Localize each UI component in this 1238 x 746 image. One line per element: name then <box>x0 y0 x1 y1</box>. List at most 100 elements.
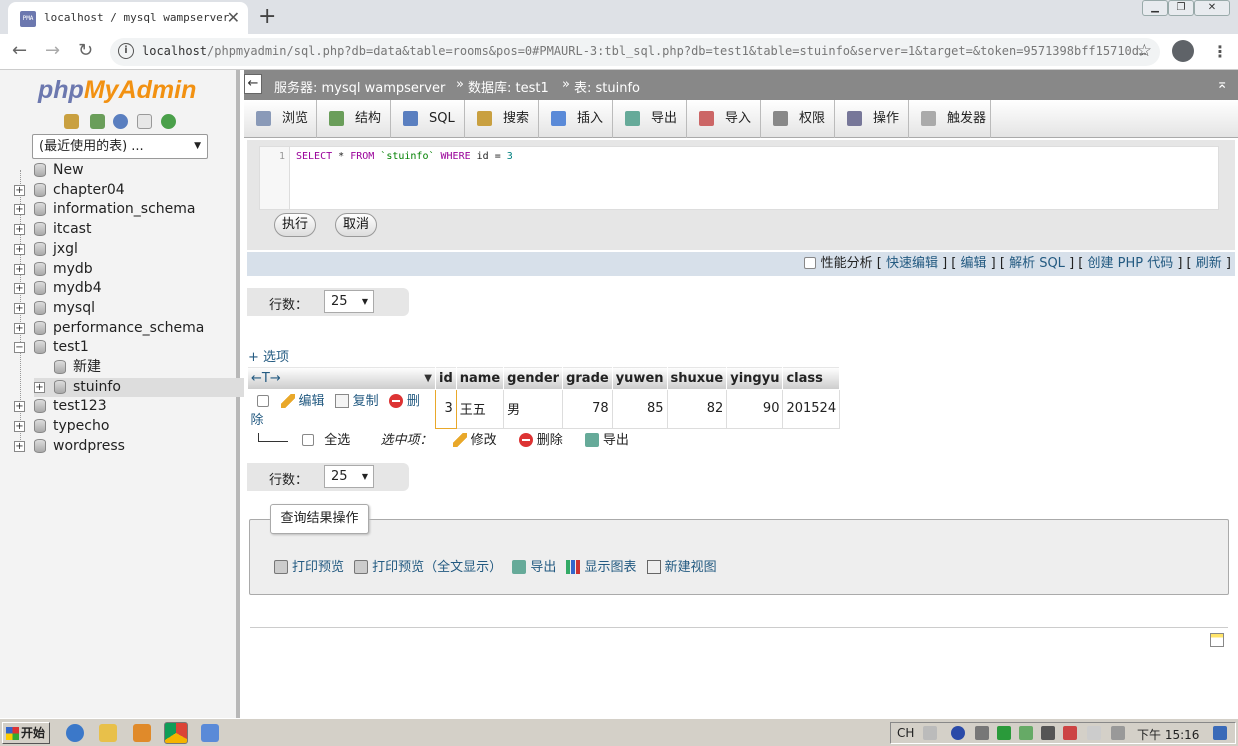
expand-icon[interactable]: + <box>14 302 25 314</box>
tree-item[interactable]: + chapter04 <box>14 181 238 200</box>
check-all-label[interactable]: 全选 <box>324 433 350 448</box>
expand-icon[interactable]: + <box>14 322 25 334</box>
sort-dropdown-icon[interactable]: ▼ <box>424 371 432 384</box>
tab-3[interactable]: 搜索 <box>465 100 539 138</box>
logout-icon[interactable] <box>90 114 105 129</box>
modify-selected-button[interactable]: 修改 <box>452 433 497 448</box>
tab-1[interactable]: 结构 <box>317 100 391 138</box>
chrome-icon[interactable] <box>164 722 188 744</box>
delete-selected-button[interactable]: 删除 <box>518 433 563 448</box>
console-icon[interactable] <box>1210 633 1224 647</box>
export-selected-button[interactable]: 导出 <box>584 433 629 448</box>
column-nav-arrows[interactable]: ←T→ ▼ <box>247 366 436 390</box>
cell-class[interactable]: 201524 <box>782 389 841 429</box>
print-view-full-link[interactable]: 打印预览（全文显示） <box>354 560 502 575</box>
expand-icon[interactable]: + <box>14 263 25 275</box>
tray-app-icon[interactable] <box>1019 726 1033 740</box>
explorer-icon[interactable] <box>99 724 117 742</box>
tree-item[interactable]: + mydb4 <box>14 279 238 298</box>
home-icon[interactable] <box>64 114 79 129</box>
cell-gender[interactable]: 男 <box>503 389 564 429</box>
tree-item[interactable]: + performance_schema <box>14 319 238 338</box>
tab-2[interactable]: SQL <box>391 100 465 138</box>
collapse-icon[interactable]: − <box>14 342 25 354</box>
options-link[interactable]: + 选项 <box>248 346 289 365</box>
media-player-icon[interactable] <box>133 724 151 742</box>
tab-5[interactable]: 导出 <box>613 100 687 138</box>
url-input[interactable]: i localhost/phpmyadmin/sql.php?db=data&t… <box>110 38 1160 66</box>
tree-item[interactable]: + information_schema <box>14 200 238 219</box>
collapse-nav-icon[interactable]: ← <box>244 74 262 94</box>
tree-item[interactable]: − test1 <box>14 338 238 357</box>
tree-item[interactable]: + typecho <box>14 417 238 436</box>
tray-status-icon[interactable] <box>1063 726 1077 740</box>
cell-name[interactable]: 王五 <box>455 389 505 429</box>
expand-icon[interactable]: + <box>14 401 25 413</box>
window-close-icon[interactable]: ✕ <box>1194 0 1230 16</box>
ie-icon[interactable] <box>66 724 84 742</box>
minimize-icon[interactable]: ▁ <box>1142 0 1168 16</box>
check-all-checkbox[interactable] <box>302 434 315 446</box>
tab-4[interactable]: 插入 <box>539 100 613 138</box>
column-header-yuwen[interactable]: yuwen <box>611 366 668 390</box>
breadcrumb-table[interactable]: 表: stuinfo <box>574 77 640 96</box>
cancel-button[interactable]: 取消 <box>335 213 377 237</box>
tree-item[interactable]: New <box>14 161 238 180</box>
tree-item[interactable]: + itcast <box>14 220 238 239</box>
inline-edit-link[interactable]: 快速编辑 <box>886 256 938 271</box>
expand-icon[interactable]: + <box>14 184 25 196</box>
pma-logo[interactable]: phpMyAdmin <box>38 76 196 105</box>
print-view-link[interactable]: 打印预览 <box>274 560 344 575</box>
create-view-link[interactable]: 新建视图 <box>646 560 717 575</box>
restore-icon[interactable]: ❐ <box>1168 0 1194 16</box>
row-edit-link[interactable]: 编辑 <box>280 394 325 409</box>
browser-tab[interactable]: PMA localhost / mysql wampserver ✕ <box>8 2 248 34</box>
site-info-icon[interactable]: i <box>118 43 134 59</box>
tray-tools-icon[interactable] <box>1087 726 1101 740</box>
cell-grade[interactable]: 78 <box>562 389 613 429</box>
column-header-name[interactable]: name <box>455 366 505 390</box>
docs-icon[interactable] <box>137 114 152 129</box>
network-icon[interactable] <box>975 726 989 740</box>
expand-icon[interactable]: + <box>14 440 25 452</box>
tab-9[interactable]: 触发器 <box>909 100 991 138</box>
row-checkbox[interactable] <box>256 395 269 407</box>
expand-icon[interactable]: + <box>14 283 25 295</box>
rows-select[interactable]: 25 ▼ <box>324 290 374 313</box>
column-header-grade[interactable]: grade <box>562 366 613 390</box>
tree-item[interactable]: + wordpress <box>14 437 238 456</box>
collapse-header-icon[interactable]: ⌅ <box>1216 76 1228 92</box>
reload-icon[interactable]: ↻ <box>78 40 93 61</box>
show-desktop-icon[interactable] <box>1213 726 1227 740</box>
bookmark-star-icon[interactable]: ☆ <box>1137 41 1152 61</box>
recent-tables-select[interactable]: (最近使用的表) ... ▼ <box>32 134 208 159</box>
help-icon[interactable] <box>113 114 128 129</box>
new-tab-icon[interactable]: + <box>258 4 276 29</box>
column-header-id[interactable]: id <box>435 366 457 390</box>
back-arrow-icon[interactable]: ← <box>12 40 27 61</box>
column-header-class[interactable]: class <box>782 366 841 390</box>
profile-avatar-icon[interactable] <box>1172 40 1194 62</box>
edit-link[interactable]: 编辑 <box>961 256 987 271</box>
tree-item[interactable]: + mysql <box>14 299 238 318</box>
tab-7[interactable]: 权限 <box>761 100 835 138</box>
cell-yuwen[interactable]: 85 <box>611 389 668 429</box>
cell-yingyu[interactable]: 90 <box>726 389 784 429</box>
profiling-checkbox[interactable] <box>804 257 817 269</box>
breadcrumb-server[interactable]: 服务器: mysql wampserver <box>274 77 445 96</box>
reload-nav-icon[interactable] <box>161 114 176 129</box>
expand-icon[interactable]: + <box>14 224 25 236</box>
expand-icon[interactable]: + <box>14 204 25 216</box>
row-copy-link[interactable]: 复制 <box>334 394 379 409</box>
column-header-gender[interactable]: gender <box>503 366 564 390</box>
tab-0[interactable]: 浏览 <box>244 100 317 138</box>
column-header-shuxue[interactable]: shuxue <box>666 366 728 390</box>
tree-item[interactable]: + test123 <box>14 397 238 416</box>
start-button[interactable]: 开始 <box>2 722 50 744</box>
display-chart-link[interactable]: 显示图表 <box>566 560 636 575</box>
input-language[interactable]: CH <box>897 726 914 740</box>
keyboard-icon[interactable] <box>923 726 937 740</box>
expand-icon[interactable]: + <box>34 381 45 393</box>
volume-icon[interactable] <box>1111 726 1125 740</box>
forward-arrow-icon[interactable]: → <box>45 40 60 61</box>
